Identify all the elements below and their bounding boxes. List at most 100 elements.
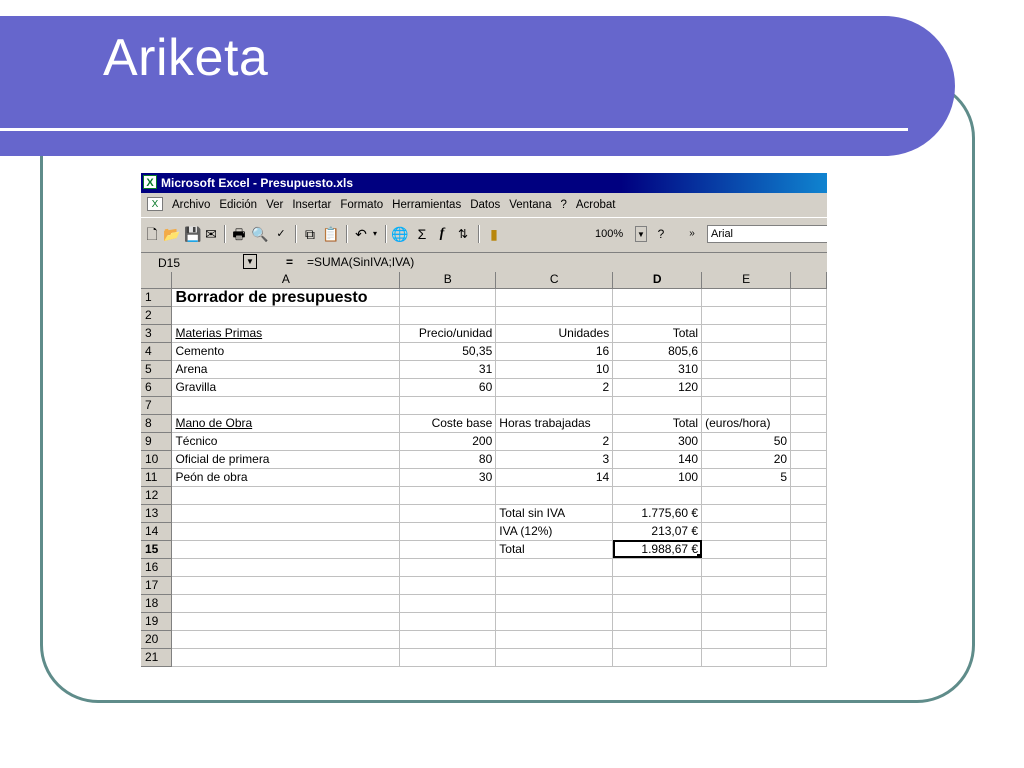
cell-a15[interactable] (171, 540, 401, 559)
chart-wizard-icon[interactable]: ▮ (485, 224, 503, 244)
cell-c9[interactable]: 2 (495, 432, 614, 451)
cell-a13[interactable] (171, 504, 401, 523)
row-header[interactable]: 4 (141, 342, 173, 361)
column-header-e[interactable]: E (701, 272, 792, 289)
cell-e15[interactable] (701, 540, 792, 559)
cell-e13[interactable] (701, 504, 792, 523)
menu-archivo[interactable]: Archivo (172, 193, 210, 217)
cell-f4[interactable] (790, 342, 827, 361)
cell-b17[interactable] (399, 576, 497, 595)
cell-d2[interactable] (612, 306, 703, 325)
zoom-dropdown-icon[interactable]: ▼ (635, 226, 647, 242)
cell-f13[interactable] (790, 504, 827, 523)
workbook-icon[interactable]: X (147, 197, 163, 211)
cell-d13[interactable]: 1.775,60 € (612, 504, 703, 523)
cell-c14[interactable]: IVA (12%) (495, 522, 614, 541)
cell-a2[interactable] (171, 306, 401, 325)
new-document-icon[interactable]: 🗋 (144, 224, 160, 244)
menu-formato[interactable]: Formato (340, 193, 383, 217)
row-header[interactable]: 6 (141, 378, 173, 397)
cell-b18[interactable] (399, 594, 497, 613)
menu-ventana[interactable]: Ventana (509, 193, 551, 217)
cell-a4[interactable]: Cemento (171, 342, 401, 361)
cell-f15[interactable] (790, 540, 827, 559)
row-header[interactable]: 14 (141, 522, 173, 541)
cell-e4[interactable] (701, 342, 792, 361)
cell-b20[interactable] (399, 630, 497, 649)
row-header[interactable]: 7 (141, 396, 173, 415)
cell-b5[interactable]: 31 (399, 360, 497, 379)
cell-a18[interactable] (171, 594, 401, 613)
paste-icon[interactable]: 📋 (322, 224, 340, 244)
row-header[interactable]: 10 (141, 450, 173, 469)
cell-d15[interactable]: 1.988,67 € (612, 540, 703, 559)
cell-e1[interactable] (701, 288, 792, 307)
copy-icon[interactable]: ⧉ (301, 224, 319, 244)
cell-b12[interactable] (399, 486, 497, 505)
cell-c17[interactable] (495, 576, 614, 595)
row-header[interactable]: 18 (141, 594, 173, 613)
cell-b21[interactable] (399, 648, 497, 667)
cell-e2[interactable] (701, 306, 792, 325)
cell-e11[interactable]: 5 (701, 468, 792, 487)
menu-insertar[interactable]: Insertar (292, 193, 331, 217)
row-header[interactable]: 16 (141, 558, 173, 577)
cell-a17[interactable] (171, 576, 401, 595)
print-icon[interactable]: 🖶 (230, 224, 248, 244)
email-icon[interactable]: ✉ (203, 224, 219, 244)
row-header[interactable]: 20 (141, 630, 173, 649)
cell-a12[interactable] (171, 486, 401, 505)
cell-d19[interactable] (612, 612, 703, 631)
row-header[interactable]: 11 (141, 468, 173, 487)
cell-c15[interactable]: Total (495, 540, 614, 559)
cell-c10[interactable]: 3 (495, 450, 614, 469)
cell-a20[interactable] (171, 630, 401, 649)
formula-input[interactable]: =SUMA(SinIVA;IVA) (307, 253, 414, 272)
row-header[interactable]: 17 (141, 576, 173, 595)
cell-d16[interactable] (612, 558, 703, 577)
cell-f20[interactable] (790, 630, 827, 649)
cell-e10[interactable]: 20 (701, 450, 792, 469)
cell-a19[interactable] (171, 612, 401, 631)
cell-f9[interactable] (790, 432, 827, 451)
menu-edicion[interactable]: Edición (219, 193, 257, 217)
row-header[interactable]: 2 (141, 306, 173, 325)
cell-b10[interactable]: 80 (399, 450, 497, 469)
cell-e5[interactable] (701, 360, 792, 379)
cell-e9[interactable]: 50 (701, 432, 792, 451)
function-icon[interactable]: f (434, 224, 450, 244)
cell-e8[interactable]: (euros/hora) (701, 414, 792, 433)
cell-b15[interactable] (399, 540, 497, 559)
cell-b3[interactable]: Precio/unidad (399, 324, 497, 343)
menu-datos[interactable]: Datos (470, 193, 500, 217)
cell-a7[interactable] (171, 396, 401, 415)
undo-dropdown-icon[interactable]: ▾ (370, 224, 380, 244)
menu-help[interactable]: ? (560, 193, 566, 217)
cell-b4[interactable]: 50,35 (399, 342, 497, 361)
cell-d8[interactable]: Total (612, 414, 703, 433)
cell-f6[interactable] (790, 378, 827, 397)
cell-f14[interactable] (790, 522, 827, 541)
undo-icon[interactable]: ↶ (352, 224, 370, 244)
cell-f21[interactable] (790, 648, 827, 667)
cell-b14[interactable] (399, 522, 497, 541)
column-header-b[interactable]: B (399, 272, 497, 289)
cell-d7[interactable] (612, 396, 703, 415)
cell-e20[interactable] (701, 630, 792, 649)
row-header[interactable]: 13 (141, 504, 173, 523)
cell-d10[interactable]: 140 (612, 450, 703, 469)
column-header-a[interactable]: A (171, 272, 401, 289)
cell-c5[interactable]: 10 (495, 360, 614, 379)
cell-c3[interactable]: Unidades (495, 324, 614, 343)
row-header[interactable]: 15 (141, 540, 173, 559)
cell-c20[interactable] (495, 630, 614, 649)
hyperlink-icon[interactable]: 🌐 (391, 224, 409, 244)
cell-a11[interactable]: Peón de obra (171, 468, 401, 487)
cell-c8[interactable]: Horas trabajadas (495, 414, 614, 433)
cell-d1[interactable] (612, 288, 703, 307)
cell-b16[interactable] (399, 558, 497, 577)
cell-a5[interactable]: Arena (171, 360, 401, 379)
cell-a8[interactable]: Mano de Obra (171, 414, 401, 433)
cell-c4[interactable]: 16 (495, 342, 614, 361)
row-header[interactable]: 1 (141, 288, 173, 307)
